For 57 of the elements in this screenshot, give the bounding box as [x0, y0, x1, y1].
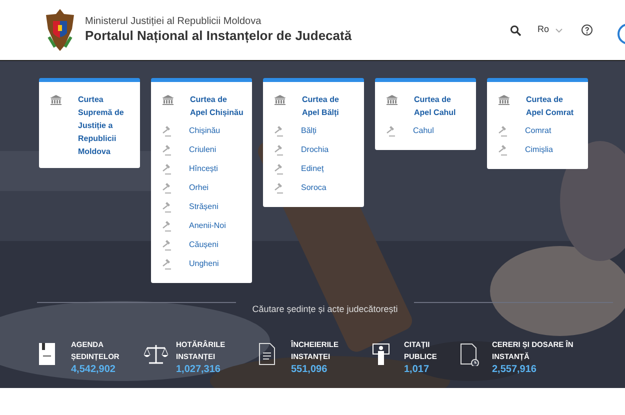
coat-of-arms-icon [43, 7, 77, 53]
help-icon[interactable] [581, 24, 593, 36]
court-link[interactable]: Curtea de Apel Bălți [302, 93, 358, 119]
courthouse-icon [162, 95, 174, 105]
court-link[interactable]: Chișinău [189, 121, 220, 140]
stat-count: 1,017 [404, 364, 430, 376]
court-link[interactable]: Ungheni [189, 254, 219, 273]
court-link[interactable]: Soroca [301, 178, 326, 197]
language-dropdown[interactable]: Ro [537, 23, 563, 37]
court-link[interactable]: Curtea de Apel Comrat [526, 93, 582, 119]
gavel-icon [498, 124, 509, 136]
gavel-icon [162, 144, 173, 156]
gavel-icon [162, 220, 173, 232]
court-link[interactable]: Căușeni [189, 235, 218, 254]
court-link[interactable]: Comrat [525, 121, 552, 140]
search-icon[interactable] [510, 24, 522, 36]
section-heading: Căutare ședințe și acte judecătorești [252, 303, 398, 316]
court-link[interactable]: Curtea de Apel Chișinău [190, 93, 246, 119]
gavel-icon [162, 124, 173, 136]
court-link[interactable]: Drochia [301, 140, 329, 159]
stat-count: 1,027,316 [176, 364, 222, 376]
court-link[interactable]: Cahul [413, 121, 434, 140]
courthouse-icon [498, 95, 510, 105]
gavel-icon [274, 162, 285, 174]
scales-icon [144, 342, 168, 366]
gavel-icon [386, 124, 397, 136]
stat-count: 551,096 [291, 364, 328, 376]
court-link[interactable]: Hîncești [189, 159, 218, 178]
ministry-name: Ministerul Justiției al Republicii Moldova [85, 16, 262, 28]
gavel-icon [162, 162, 173, 174]
gavel-icon [498, 144, 509, 156]
profile-icon[interactable] [617, 23, 625, 45]
courthouse-icon [274, 95, 286, 105]
gavel-icon [162, 200, 173, 212]
document-icon [259, 342, 275, 364]
stat-count: 2,557,916 [492, 364, 538, 376]
caret-icon [555, 28, 563, 32]
book-icon [39, 342, 55, 364]
court-link[interactable]: Cimișlia [525, 140, 553, 159]
court-link[interactable]: Anenii-Noi [189, 216, 226, 235]
courthouse-icon [50, 95, 62, 105]
court-link[interactable]: Criuleni [189, 140, 216, 159]
gavel-icon [162, 238, 173, 250]
courthouse-icon [386, 95, 398, 105]
court-link[interactable]: Orhei [189, 178, 209, 197]
gavel-icon [274, 182, 285, 194]
portal-title: Portalul Național al Instanțelor de Judecată [85, 28, 352, 44]
court-link[interactable]: Curtea de Apel Cahul [414, 93, 470, 119]
court-link[interactable]: Curtea Supremă de Justiție a Republicii Moldova [78, 93, 134, 158]
gavel-icon [274, 124, 285, 136]
stat-count: 4,542,902 [71, 364, 116, 376]
court-link[interactable]: Edineț [301, 159, 324, 178]
court-link[interactable]: Bălți [301, 121, 317, 140]
gavel-icon [162, 258, 173, 270]
gavel-icon [162, 182, 173, 194]
gavel-icon [274, 144, 285, 156]
court-link[interactable]: Strășeni [189, 197, 218, 216]
